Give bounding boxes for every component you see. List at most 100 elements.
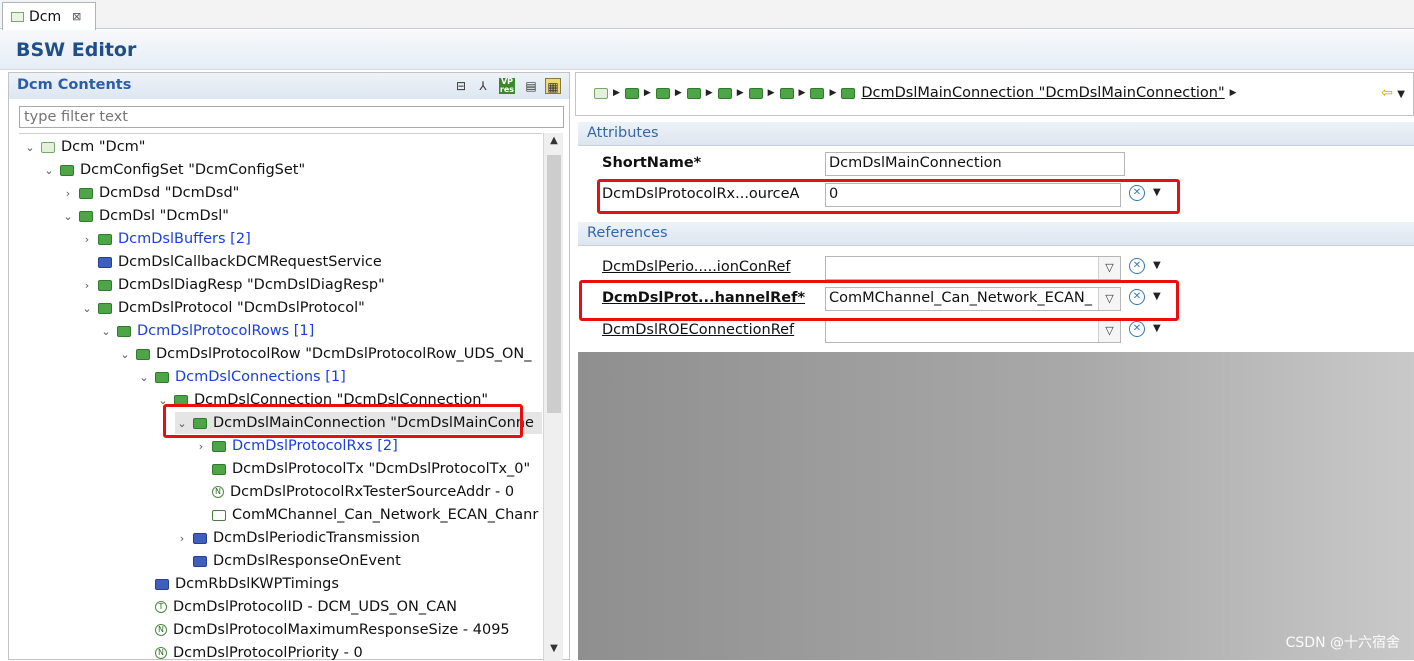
tree-node[interactable]: › DcmDsd "DcmDsd" <box>61 182 240 204</box>
expand-toggle-icon[interactable]: ⌄ <box>23 141 37 154</box>
breadcrumb-folder-icon[interactable] <box>748 87 763 99</box>
breadcrumb-current[interactable]: DcmDslMainConnection "DcmDslMainConnecti… <box>861 85 1224 101</box>
periodic-ref-combo[interactable]: ▽ <box>825 256 1121 280</box>
tree-node[interactable]: › DcmDslDiagResp "DcmDslDiagResp" <box>80 274 385 296</box>
shortname-input[interactable]: DcmDslMainConnection <box>825 152 1125 176</box>
expand-toggle-icon[interactable]: ⌄ <box>61 210 75 223</box>
breadcrumb-folder-icon[interactable] <box>779 87 794 99</box>
folder-icon <box>60 164 74 176</box>
breadcrumb-arrow-icon[interactable]: ▶ <box>799 88 806 98</box>
clear-icon[interactable]: ✕ <box>1129 258 1145 274</box>
tree-node[interactable]: DcmDslProtocolTx "DcmDslProtocolTx_0" <box>194 458 530 480</box>
collapse-toggle-icon[interactable]: › <box>80 233 94 246</box>
tab-dcm[interactable]: Dcm ⊠ <box>2 2 96 30</box>
roe-ref-label[interactable]: DcmDslROEConnectionRef <box>602 322 794 338</box>
vp-icon[interactable]: VP res <box>499 78 515 94</box>
tree-node[interactable]: ⌄ DcmConfigSet "DcmConfigSet" <box>42 159 305 181</box>
clear-icon[interactable]: ✕ <box>1129 321 1145 337</box>
breadcrumb-arrow-icon[interactable]: ▶ <box>644 88 651 98</box>
tree-node-label: Dcm "Dcm" <box>61 139 146 155</box>
tree-node-label: DcmDslPeriodicTransmission <box>213 530 420 546</box>
tree-node[interactable]: ⌄ DcmDslConnections [1] <box>137 366 345 388</box>
tree-node-label: DcmDslProtocolTx "DcmDslProtocolTx_0" <box>232 461 531 477</box>
tree-node[interactable]: ⌄ DcmDslProtocolRows [1] <box>99 320 314 342</box>
collapse-all-icon[interactable]: ⊟ <box>453 78 469 94</box>
collapse-toggle-icon[interactable]: › <box>175 532 189 545</box>
expand-toggle-icon[interactable]: ⌄ <box>118 348 132 361</box>
filter-input[interactable] <box>19 106 564 128</box>
tree-node-label: DcmDslDiagResp "DcmDslDiagResp" <box>118 277 385 293</box>
module-icon <box>41 141 55 153</box>
tree-node[interactable]: ⌄ DcmDslProtocolRow "DcmDslProtocolRow_UD… <box>118 343 531 365</box>
attributes-title: Attributes <box>587 125 659 141</box>
tree-node[interactable]: ⌄ DcmDslProtocol "DcmDslProtocol" <box>80 297 364 319</box>
references-section-header[interactable]: References <box>578 222 1414 246</box>
tree-node[interactable]: N DcmDslProtocolRxTesterSourceAddr - 0 <box>194 481 514 503</box>
dropdown-arrow-icon[interactable]: ▼ <box>1153 323 1161 334</box>
collapse-toggle-icon[interactable]: › <box>194 440 208 453</box>
expand-toggle-icon[interactable]: ⌄ <box>137 371 151 384</box>
scroll-up-icon[interactable]: ▲ <box>544 135 564 151</box>
tree-node[interactable]: › DcmDslPeriodicTransmission <box>175 527 420 549</box>
tree-node[interactable]: › DcmDslBuffers [2] <box>80 228 251 250</box>
breadcrumb: ▶ ▶ ▶ ▶ ▶ ▶ ▶ ▶ DcmDslMainConnection "Dc… <box>575 72 1414 116</box>
collapse-toggle-icon[interactable]: › <box>80 279 94 292</box>
tree-node[interactable]: T DcmDslProtocolID - DCM_UDS_ON_CAN <box>137 596 457 618</box>
module-icon <box>11 11 24 22</box>
tree-node-label: DcmDslBuffers [2] <box>118 231 251 247</box>
tree-node[interactable]: › DcmDslProtocolRxs [2] <box>194 435 398 457</box>
highlight-box <box>597 179 1180 214</box>
collapse-toggle-icon[interactable]: › <box>61 187 75 200</box>
dropdown-arrow-icon[interactable]: ▼ <box>1153 260 1161 271</box>
close-icon[interactable]: ⊠ <box>72 10 81 23</box>
breadcrumb-arrow-icon[interactable]: ▶ <box>829 88 836 98</box>
link-icon[interactable]: ⅄ <box>475 78 491 94</box>
back-arrow-icon[interactable]: ⇦ ▼ <box>1381 85 1405 101</box>
empty-area <box>578 352 1414 660</box>
tree-node[interactable]: ComMChannel_Can_Network_ECAN_Chanr <box>194 504 538 526</box>
table-icon[interactable]: ▦ <box>545 78 561 94</box>
tree-node[interactable]: ⌄ DcmDsl "DcmDsl" <box>61 205 229 227</box>
breadcrumb-arrow-icon[interactable]: ▶ <box>737 88 744 98</box>
expand-toggle-icon[interactable]: ⌄ <box>80 302 94 315</box>
breadcrumb-folder-icon[interactable] <box>810 87 825 99</box>
breadcrumb-arrow-icon[interactable]: ▶ <box>675 88 682 98</box>
page-title: BSW Editor <box>16 39 137 61</box>
tree-node[interactable]: DcmRbDslKWPTimings <box>137 573 339 595</box>
breadcrumb-arrow-icon[interactable]: ▶ <box>706 88 713 98</box>
tree-node[interactable]: DcmDslResponseOnEvent <box>175 550 401 572</box>
folder-icon <box>98 279 112 291</box>
expand-toggle-icon[interactable]: ⌄ <box>99 325 113 338</box>
tree-node-label: DcmDslCallbackDCMRequestService <box>118 254 382 270</box>
roe-ref-combo[interactable]: ▽ <box>825 319 1121 343</box>
breadcrumb-arrow-icon[interactable]: ▶ <box>1230 88 1237 98</box>
tree-scrollbar[interactable]: ▲ ▼ <box>543 133 563 661</box>
breadcrumb-arrow-icon[interactable]: ▶ <box>768 88 775 98</box>
breadcrumb-root-icon[interactable] <box>594 87 608 99</box>
breadcrumb-folder-icon[interactable] <box>841 87 856 99</box>
breadcrumb-folder-icon[interactable] <box>686 87 701 99</box>
shortname-label: ShortName* <box>602 155 702 171</box>
highlight-box <box>579 280 1179 321</box>
breadcrumb-folder-icon[interactable] <box>624 87 639 99</box>
breadcrumb-arrow-icon[interactable]: ▶ <box>613 88 620 98</box>
document-icon[interactable]: ▤ <box>523 78 539 94</box>
scroll-down-icon[interactable]: ▼ <box>544 643 564 659</box>
breadcrumb-folder-icon[interactable] <box>655 87 670 99</box>
periodic-ref-label[interactable]: DcmDslPerio.....ionConRef <box>602 259 791 275</box>
expand-toggle-icon[interactable]: ⌄ <box>42 164 56 177</box>
chevron-down-icon[interactable]: ▽ <box>1098 257 1120 279</box>
folder-icon <box>98 302 112 314</box>
tree-node[interactable]: N DcmDslProtocolMaximumResponseSize - 409… <box>137 619 510 641</box>
tree-node[interactable]: ⌄ Dcm "Dcm" <box>23 136 145 158</box>
tree-node-label: DcmDslProtocolRxTesterSourceAddr - 0 <box>230 484 515 500</box>
tree-node[interactable]: DcmDslCallbackDCMRequestService <box>80 251 382 273</box>
breadcrumb-folder-icon[interactable] <box>717 87 732 99</box>
tree-node[interactable]: N DcmDslProtocolPriority - 0 <box>137 642 363 661</box>
scroll-thumb[interactable] <box>547 155 561 413</box>
chevron-down-icon[interactable]: ▽ <box>1098 320 1120 342</box>
folder-icon <box>212 440 226 452</box>
tree-node-label: DcmDsd "DcmDsd" <box>99 185 240 201</box>
outline-tree[interactable]: ⌄ Dcm "Dcm" ⌄ DcmConfigSet "DcmConfigSet" › D… <box>19 133 542 661</box>
attributes-section-header[interactable]: Attributes <box>578 122 1414 146</box>
